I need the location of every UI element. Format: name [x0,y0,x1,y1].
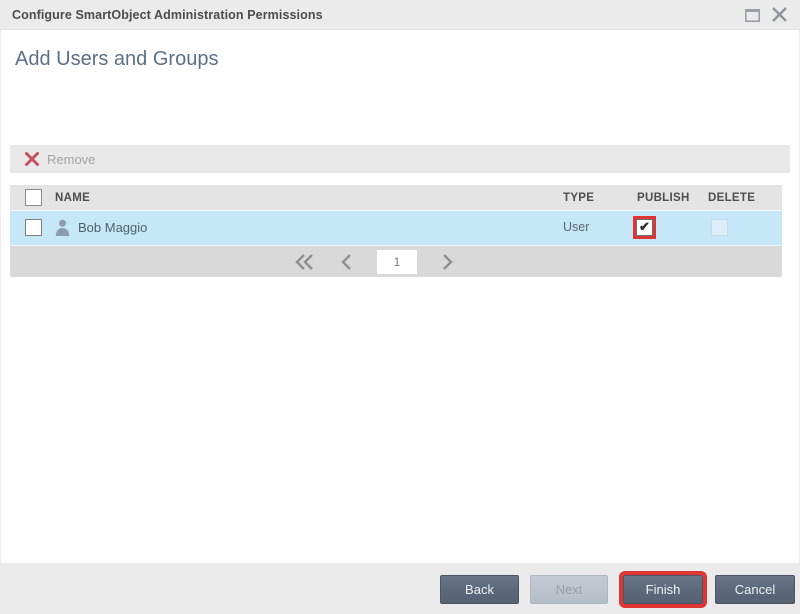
title-bar: Configure SmartObject Administration Per… [0,0,800,30]
pagination-controls: 1 [294,249,454,274]
next-button[interactable]: Next [530,575,608,604]
remove-label: Remove [47,151,96,167]
remove-button[interactable]: Remove [18,145,101,173]
footer-bar: Back Next Finish Cancel [0,563,800,614]
column-header-name[interactable]: NAME [55,185,90,211]
delete-checkbox[interactable] [711,219,728,236]
checkmark-icon: ✔ [639,219,650,234]
window-controls [744,6,788,23]
first-page-icon[interactable] [294,253,316,271]
toolbar: Remove [10,145,790,173]
column-header-publish[interactable]: PUBLISH [637,185,690,211]
column-header-type[interactable]: TYPE [563,185,594,211]
table-header: NAME TYPE PUBLISH DELETE [10,185,782,211]
cancel-button[interactable]: Cancel [715,575,795,604]
close-button[interactable] [771,6,788,23]
table-row[interactable]: Bob Maggio User ✔ [10,211,782,245]
next-page-icon[interactable] [441,253,454,271]
dialog-window: Configure SmartObject Administration Per… [0,0,800,614]
current-page[interactable]: 1 [377,249,417,274]
window-title: Configure SmartObject Administration Per… [12,7,323,22]
select-all-checkbox[interactable] [25,189,42,206]
pagination-bar: 1 [10,245,782,277]
back-button[interactable]: Back [440,575,519,604]
remove-x-icon [25,152,39,166]
row-type: User [563,220,590,234]
maximize-icon [744,8,760,22]
close-icon [772,7,787,22]
user-icon [55,219,70,242]
page-title: Add Users and Groups [15,48,219,70]
maximize-button[interactable] [744,7,761,23]
previous-page-icon[interactable] [340,253,353,271]
finish-button[interactable]: Finish [619,571,707,608]
users-table: NAME TYPE PUBLISH DELETE Bob Maggio User… [10,185,782,277]
row-name: Bob Maggio [78,220,148,235]
publish-checkbox[interactable]: ✔ [633,216,656,239]
column-header-delete[interactable]: DELETE [708,185,755,211]
row-checkbox[interactable] [25,219,42,236]
